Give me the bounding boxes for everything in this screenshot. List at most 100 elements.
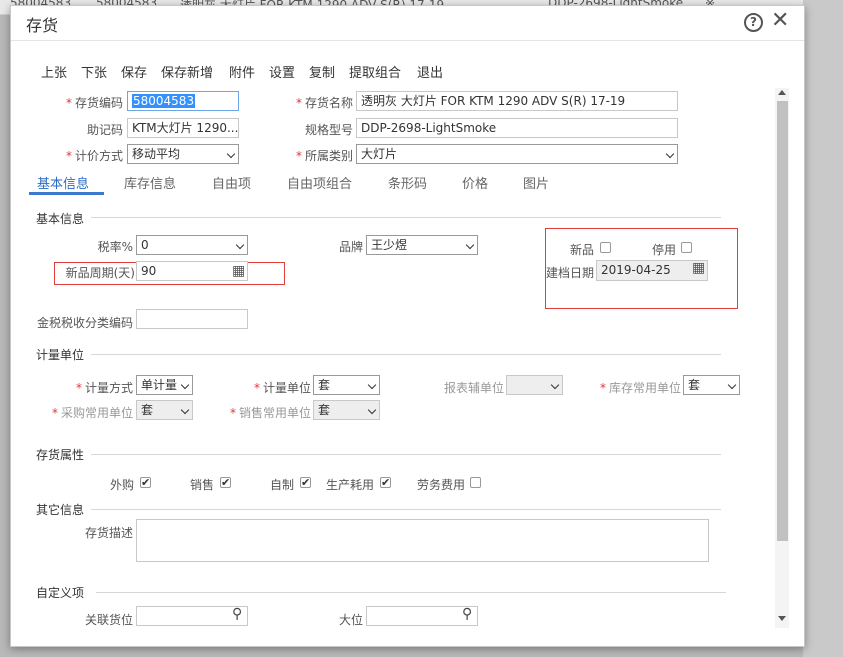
extract-combo-button[interactable]: 提取组合 <box>349 62 401 81</box>
background-area <box>803 0 843 657</box>
section-divider <box>91 217 721 218</box>
chevron-down-icon <box>665 149 675 159</box>
attr-label-self-made: 自制 <box>269 478 294 492</box>
new-label: 新品 <box>569 243 594 257</box>
dialog-title: 存货 <box>26 16 59 35</box>
tab-free-combo[interactable]: 自由项组合 <box>287 173 352 192</box>
save-button[interactable]: 保存 <box>121 62 147 81</box>
sales-unit-label: * 销售常用单位 <box>229 406 311 420</box>
chevron-down-icon <box>367 405 377 415</box>
scroll-down-icon[interactable] <box>778 616 786 621</box>
purchase-checkbox[interactable]: ✔ <box>140 477 151 488</box>
attr-label-sales: 销售 <box>189 478 214 492</box>
purchase-unit-select[interactable]: 套 <box>136 400 193 420</box>
chevron-down-icon <box>180 380 190 390</box>
new-checkbox[interactable] <box>600 242 611 253</box>
active-tab-indicator <box>29 192 104 195</box>
spec-label: 规格型号 <box>304 123 353 137</box>
section-divider <box>91 454 721 455</box>
method-select[interactable]: 单计量 <box>136 375 193 395</box>
production-checkbox[interactable]: ✔ <box>380 477 391 488</box>
name-input[interactable]: 透明灰 大灯片 FOR KTM 1290 ADV S(R) 17-19 <box>356 91 678 111</box>
copy-button[interactable]: 复制 <box>309 62 335 81</box>
unit-select[interactable]: 套 <box>313 375 380 395</box>
desc-textarea[interactable] <box>136 519 709 562</box>
mnemonic-input[interactable]: KTM大灯片 1290... <box>127 118 239 138</box>
code-input[interactable]: 58004583 <box>127 91 239 111</box>
scrollbar-thumb[interactable] <box>777 101 788 541</box>
tax-select[interactable]: 0 <box>136 235 248 255</box>
help-icon[interactable]: ? <box>744 13 763 32</box>
next-button[interactable]: 下张 <box>81 62 107 81</box>
tab-image[interactable]: 图片 <box>523 173 549 192</box>
brand-label: 品牌 <box>338 240 363 254</box>
calendar-icon[interactable]: ▦ <box>692 260 705 276</box>
pricing-label: * 计价方式 <box>65 149 123 163</box>
section-other-info: 其它信息 <box>36 503 85 517</box>
tab-stock-info[interactable]: 库存信息 <box>124 173 176 192</box>
chevron-down-icon <box>550 380 560 390</box>
spec-input[interactable]: DDP-2698-LightSmoke <box>356 118 678 138</box>
date-label: 建档日期 <box>545 266 594 280</box>
desc-label: 存货描述 <box>84 526 133 540</box>
tab-price[interactable]: 价格 <box>462 173 488 192</box>
section-divider <box>91 509 721 510</box>
disabled-label: 停用 <box>651 243 676 257</box>
chevron-down-icon <box>235 240 245 250</box>
inventory-dialog: 存货 ? ✕ 上张 下张 保存 保存新增 附件 设置 复制 提取组合 退出 * 存… <box>10 5 805 647</box>
chevron-down-icon <box>180 405 190 415</box>
code-label: * 存货编码 <box>65 96 123 110</box>
big-position-label: 大位 <box>338 613 363 627</box>
tax-label: 税率% <box>97 240 133 254</box>
search-icon[interactable]: ⚲ <box>462 606 472 622</box>
taxcode-label: 金税税收分类编码 <box>36 316 133 330</box>
attachment-button[interactable]: 附件 <box>229 62 255 81</box>
brand-select[interactable]: 王少煜 <box>366 235 478 255</box>
pricing-select[interactable]: 移动平均 <box>127 144 239 164</box>
unit-label: * 计量单位 <box>253 381 311 395</box>
stock-unit-label: * 库存常用单位 <box>599 381 681 395</box>
sales-unit-select[interactable]: 套 <box>313 400 380 420</box>
attr-label-production: 生产耗用 <box>325 478 374 492</box>
prev-button[interactable]: 上张 <box>41 62 67 81</box>
chevron-down-icon <box>367 380 377 390</box>
section-divider <box>96 592 726 593</box>
tab-free-items[interactable]: 自由项 <box>212 173 251 192</box>
tab-basic-info[interactable]: 基本信息 <box>37 173 89 192</box>
chevron-down-icon <box>465 240 475 250</box>
category-label: * 所属类别 <box>295 149 353 163</box>
self-made-checkbox[interactable]: ✔ <box>300 477 311 488</box>
report-unit-select[interactable] <box>506 375 563 395</box>
close-icon[interactable]: ✕ <box>771 8 789 33</box>
stock-unit-select[interactable]: 套 <box>683 375 740 395</box>
service-checkbox[interactable] <box>470 477 481 488</box>
method-label: * 计量方式 <box>75 381 133 395</box>
section-custom: 自定义项 <box>36 586 85 600</box>
location-label: 关联货位 <box>84 613 133 627</box>
report-unit-label: 报表辅单位 <box>443 381 504 395</box>
search-icon[interactable]: ⚲ <box>232 606 242 622</box>
category-select[interactable]: 大灯片 <box>356 144 678 164</box>
attr-label-purchase: 外购 <box>109 478 134 492</box>
sales-checkbox[interactable]: ✔ <box>220 477 231 488</box>
chevron-down-icon <box>226 149 236 159</box>
section-divider <box>91 354 721 355</box>
taxcode-input[interactable] <box>136 309 248 329</box>
disabled-checkbox[interactable] <box>681 242 692 253</box>
settings-button[interactable]: 设置 <box>269 62 295 81</box>
cycle-label: 新品周期(天) <box>65 266 135 280</box>
tab-barcode[interactable]: 条形码 <box>388 173 427 192</box>
section-attributes: 存货属性 <box>36 448 85 462</box>
scroll-up-icon[interactable] <box>778 90 786 95</box>
exit-button[interactable]: 退出 <box>417 62 443 81</box>
purchase-unit-label: * 采购常用单位 <box>51 406 133 420</box>
mnemonic-label: 助记码 <box>86 123 123 137</box>
section-basic-info: 基本信息 <box>36 212 85 226</box>
name-label: * 存货名称 <box>295 96 353 110</box>
chevron-down-icon <box>727 380 737 390</box>
calendar-icon[interactable]: ▦ <box>232 263 245 279</box>
attr-label-service: 劳务费用 <box>416 478 465 492</box>
section-units: 计量单位 <box>36 348 85 362</box>
header-divider <box>11 40 804 41</box>
save-new-button[interactable]: 保存新增 <box>161 62 213 81</box>
